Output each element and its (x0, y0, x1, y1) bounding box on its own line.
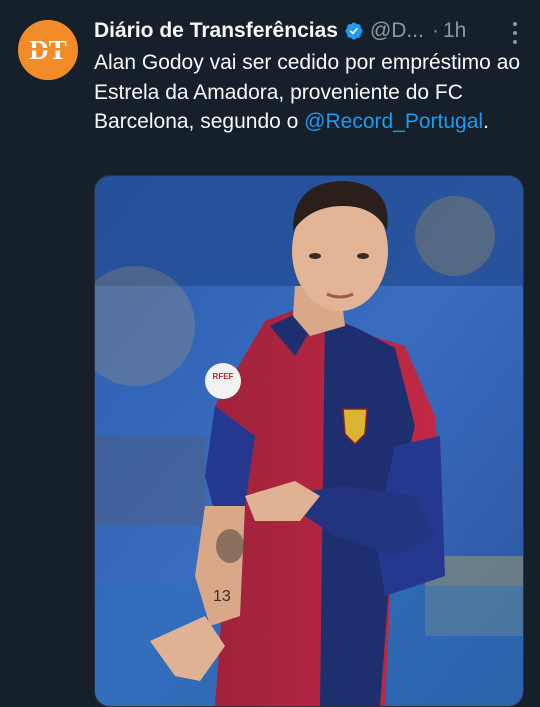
tweet-header: Diário de Transferências @D... · 1h (94, 16, 530, 46)
tweet-text: Alan Godoy vai ser cedido por empréstimo… (94, 48, 524, 137)
tweet-timestamp[interactable]: 1h (443, 19, 466, 43)
author-handle[interactable]: @D... (370, 19, 424, 43)
tweet-card[interactable]: DT Diário de Transferências @D... · 1h A… (0, 0, 540, 707)
tweet-media-photo[interactable]: 13 RFEF (94, 175, 524, 707)
author-avatar[interactable]: DT (18, 20, 78, 80)
svg-text:RFEF: RFEF (213, 372, 234, 381)
svg-text:13: 13 (213, 588, 231, 605)
tweet-text-end: . (483, 110, 489, 133)
verified-badge-icon (345, 22, 363, 40)
author-name[interactable]: Diário de Transferências (94, 19, 338, 43)
more-options-icon[interactable] (510, 22, 520, 44)
avatar-logo-icon: DT (18, 20, 78, 80)
separator-dot: · (431, 19, 439, 42)
player-photo: 13 RFEF (95, 176, 523, 706)
mention-link[interactable]: @Record_Portugal (304, 110, 483, 133)
